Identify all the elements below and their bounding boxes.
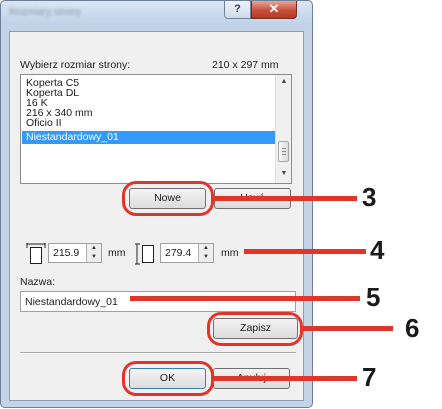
callout-number-7: 7 [362, 362, 377, 392]
list-item[interactable]: Oficio II [26, 117, 62, 129]
height-down-arrow-icon[interactable]: ▼ [199, 253, 213, 262]
height-spin-buttons[interactable]: ▲ ▼ [198, 244, 213, 262]
list-scrollbar[interactable]: ▲ ▼ [275, 75, 291, 183]
height-stepper[interactable]: 279.4 ▲ ▼ [160, 243, 214, 263]
height-value[interactable]: 279.4 [165, 247, 191, 259]
scroll-thumb[interactable] [278, 141, 289, 162]
callout-highlight-new [122, 181, 214, 216]
current-size-value: 210 x 297 mm [212, 59, 279, 71]
scroll-down-arrow-icon[interactable]: ▼ [276, 167, 291, 181]
width-value[interactable]: 215.9 [53, 247, 79, 259]
dialog-title: Rozmiary strony [9, 7, 82, 18]
callout-line-7 [214, 376, 357, 381]
callout-highlight-ok [122, 361, 214, 396]
callout-number-3: 3 [362, 182, 377, 212]
callout-line-3 [214, 196, 357, 201]
grip-line [282, 148, 286, 149]
scroll-up-arrow-icon[interactable]: ▲ [276, 75, 291, 89]
width-spin-buttons[interactable]: ▲ ▼ [86, 244, 101, 262]
page-size-label: Wybierz rozmiar strony: [20, 59, 131, 71]
width-stepper[interactable]: 215.9 ▲ ▼ [48, 243, 102, 263]
callout-line-6 [303, 326, 393, 331]
name-field-value[interactable]: Niestandardowy_01 [25, 296, 118, 308]
list-item-selected[interactable]: Niestandardowy_01 [22, 131, 275, 144]
page-width-icon [26, 243, 46, 264]
callout-highlight-save [207, 312, 303, 346]
grip-line [282, 154, 286, 155]
grip-line [282, 151, 286, 152]
name-label: Nazwa: [20, 276, 56, 288]
page-height-icon [135, 243, 154, 265]
name-field[interactable]: Niestandardowy_01 [20, 291, 296, 312]
separator [20, 352, 296, 354]
callout-line-4 [244, 249, 366, 254]
callout-line-5 [130, 296, 360, 301]
page-size-list[interactable]: Koperta C5 Koperta DL 16 K 216 x 340 mm … [20, 74, 292, 184]
width-unit: mm [108, 247, 126, 259]
callout-number-5: 5 [366, 282, 381, 312]
callout-number-4: 4 [370, 235, 385, 265]
width-down-arrow-icon[interactable]: ▼ [87, 253, 101, 262]
height-unit: mm [221, 247, 239, 259]
help-button[interactable]: ? [224, 1, 251, 19]
close-button[interactable]: ✕ [251, 1, 297, 19]
callout-number-6: 6 [405, 313, 420, 343]
